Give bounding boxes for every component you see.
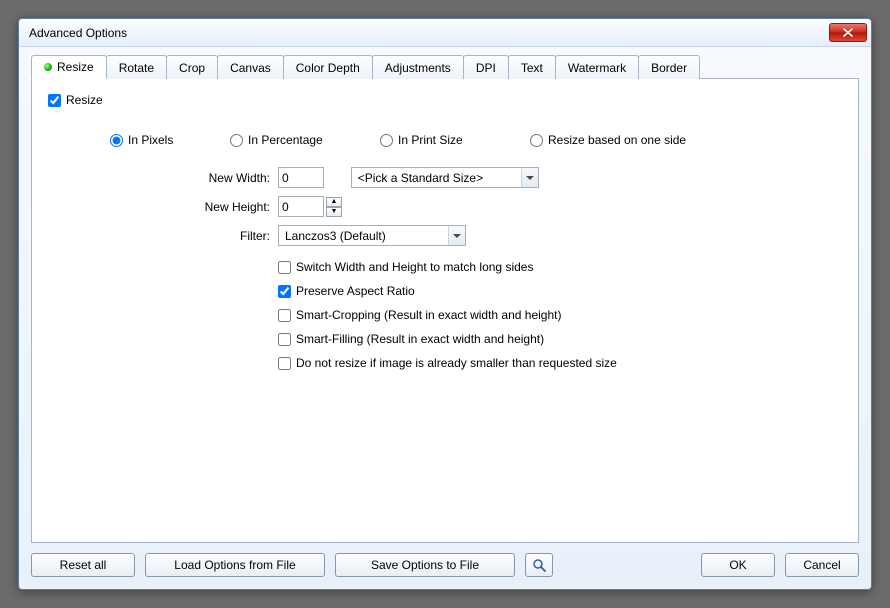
tab-label: Resize: [57, 60, 94, 74]
resize-enable-checkbox[interactable]: [48, 94, 61, 107]
dialog-window: Advanced Options Resize Rotate Crop Canv…: [18, 18, 872, 590]
filter-value: Lanczos3 (Default): [285, 229, 386, 243]
reset-button[interactable]: Reset all: [31, 553, 135, 577]
load-options-button[interactable]: Load Options from File: [145, 553, 325, 577]
mode-pixels[interactable]: In Pixels: [110, 133, 230, 147]
chevron-down-icon: [521, 168, 538, 187]
height-label: New Height:: [108, 200, 278, 214]
active-indicator-icon: [44, 63, 52, 71]
opt-preserve-ratio-checkbox[interactable]: [278, 285, 291, 298]
spin-up-button[interactable]: ▲: [326, 197, 342, 207]
titlebar: Advanced Options: [19, 19, 871, 47]
mode-print-label: In Print Size: [398, 133, 463, 147]
tab-label: Canvas: [230, 61, 271, 75]
spin-down-button[interactable]: ▼: [326, 207, 342, 217]
height-input[interactable]: [278, 196, 324, 217]
resize-mode-group: In Pixels In Percentage In Print Size Re…: [110, 133, 842, 147]
opt-smart-fill[interactable]: Smart-Filling (Result in exact width and…: [278, 332, 842, 346]
opt-no-upscale-label: Do not resize if image is already smalle…: [296, 356, 617, 370]
tab-crop[interactable]: Crop: [166, 55, 218, 79]
mode-pixels-label: In Pixels: [128, 133, 173, 147]
tab-rotate[interactable]: Rotate: [106, 55, 167, 79]
resize-enable-label: Resize: [66, 93, 103, 107]
mode-percentage[interactable]: In Percentage: [230, 133, 380, 147]
mode-oneside[interactable]: Resize based on one side: [530, 133, 686, 147]
width-spinner: [278, 167, 324, 188]
standard-size-value: <Pick a Standard Size>: [358, 171, 483, 185]
tab-label: Rotate: [119, 61, 154, 75]
mode-pixels-radio[interactable]: [110, 134, 123, 147]
tab-label: Color Depth: [296, 61, 360, 75]
opt-smart-fill-label: Smart-Filling (Result in exact width and…: [296, 332, 544, 346]
tab-canvas[interactable]: Canvas: [217, 55, 284, 79]
tab-color-depth[interactable]: Color Depth: [283, 55, 373, 79]
resize-form: New Width: <Pick a Standard Size> New He…: [108, 167, 842, 246]
opt-preserve-ratio[interactable]: Preserve Aspect Ratio: [278, 284, 842, 298]
filter-label: Filter:: [108, 229, 278, 243]
mode-percentage-radio[interactable]: [230, 134, 243, 147]
opt-switch-sides[interactable]: Switch Width and Height to match long si…: [278, 260, 842, 274]
mode-oneside-radio[interactable]: [530, 134, 543, 147]
cancel-button[interactable]: Cancel: [785, 553, 859, 577]
width-label: New Width:: [108, 171, 278, 185]
content-area: Resize Rotate Crop Canvas Color Depth Ad…: [19, 47, 871, 553]
window-title: Advanced Options: [29, 26, 829, 40]
opt-smart-crop-label: Smart-Cropping (Result in exact width an…: [296, 308, 561, 322]
opt-smart-fill-checkbox[interactable]: [278, 333, 291, 346]
tab-dpi[interactable]: DPI: [463, 55, 509, 79]
tab-label: Border: [651, 61, 687, 75]
preview-button[interactable]: [525, 553, 553, 577]
mode-print[interactable]: In Print Size: [380, 133, 530, 147]
close-icon: [843, 28, 853, 37]
tab-label: Watermark: [568, 61, 626, 75]
height-spin-buttons: ▲ ▼: [326, 197, 342, 217]
tab-watermark[interactable]: Watermark: [555, 55, 639, 79]
width-input[interactable]: [278, 167, 324, 188]
resize-options: Switch Width and Height to match long si…: [278, 260, 842, 370]
tab-label: Crop: [179, 61, 205, 75]
tab-resize[interactable]: Resize: [31, 55, 107, 79]
opt-no-upscale-checkbox[interactable]: [278, 357, 291, 370]
opt-switch-sides-checkbox[interactable]: [278, 261, 291, 274]
save-options-button[interactable]: Save Options to File: [335, 553, 515, 577]
tab-label: Text: [521, 61, 543, 75]
tab-text[interactable]: Text: [508, 55, 556, 79]
tab-border[interactable]: Border: [638, 55, 700, 79]
tab-panel-resize: Resize In Pixels In Percentage In Print …: [31, 78, 859, 543]
button-bar: Reset all Load Options from File Save Op…: [19, 553, 871, 589]
opt-smart-crop-checkbox[interactable]: [278, 309, 291, 322]
tab-label: Adjustments: [385, 61, 451, 75]
standard-size-combo[interactable]: <Pick a Standard Size>: [351, 167, 539, 188]
filter-combo[interactable]: Lanczos3 (Default): [278, 225, 466, 246]
magnifier-icon: [532, 558, 546, 572]
opt-switch-sides-label: Switch Width and Height to match long si…: [296, 260, 533, 274]
ok-button[interactable]: OK: [701, 553, 775, 577]
height-spinner: ▲ ▼: [278, 196, 342, 217]
chevron-down-icon: [448, 226, 465, 245]
mode-oneside-label: Resize based on one side: [548, 133, 686, 147]
tab-label: DPI: [476, 61, 496, 75]
mode-print-radio[interactable]: [380, 134, 393, 147]
tab-adjustments[interactable]: Adjustments: [372, 55, 464, 79]
opt-no-upscale[interactable]: Do not resize if image is already smalle…: [278, 356, 842, 370]
resize-enable-row[interactable]: Resize: [48, 93, 842, 107]
tabstrip: Resize Rotate Crop Canvas Color Depth Ad…: [31, 55, 859, 79]
close-button[interactable]: [829, 23, 867, 42]
opt-smart-crop[interactable]: Smart-Cropping (Result in exact width an…: [278, 308, 842, 322]
mode-percentage-label: In Percentage: [248, 133, 323, 147]
opt-preserve-ratio-label: Preserve Aspect Ratio: [296, 284, 415, 298]
